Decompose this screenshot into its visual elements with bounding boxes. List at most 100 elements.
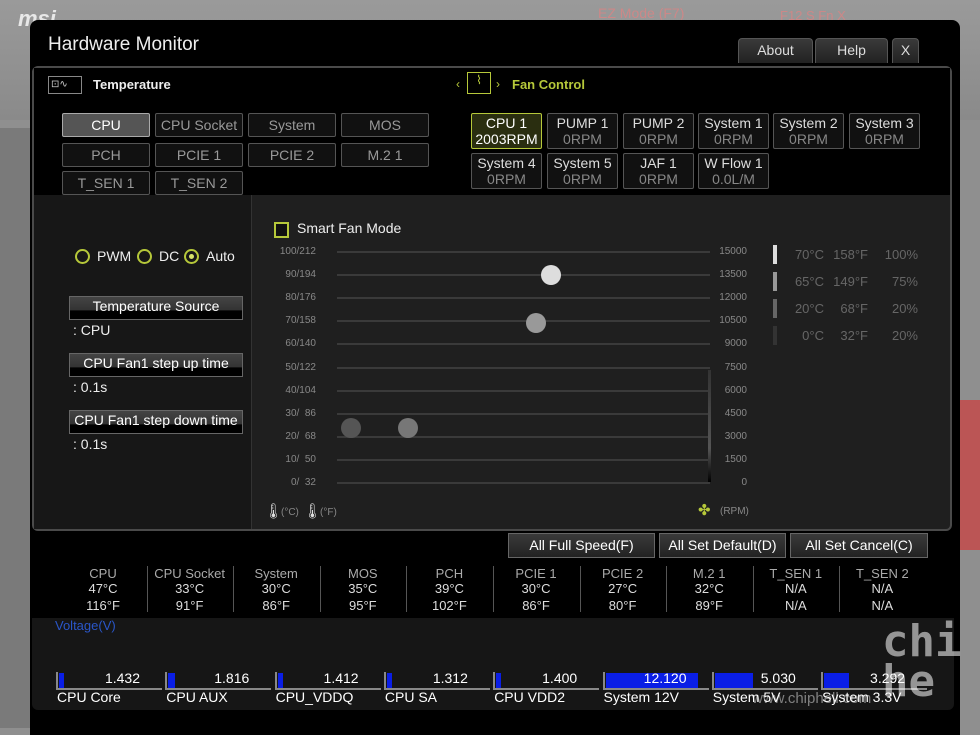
temp-source-m-2-1[interactable]: M.2 1 <box>341 143 429 167</box>
y-tick-label: 90/194 <box>285 269 316 281</box>
fan-button-cpu-1[interactable]: CPU 1 2003RPM <box>471 113 542 149</box>
grid-line <box>337 366 710 369</box>
smart-fan-checkbox[interactable] <box>274 222 289 238</box>
reading-fahrenheit: 95°F <box>348 598 377 613</box>
dc-label: DC <box>159 248 180 264</box>
voltage-value: 1.432 <box>104 670 140 686</box>
voltage-value: 1.412 <box>323 670 359 686</box>
step-up-time-button[interactable]: CPU Fan1 step up time <box>69 353 243 377</box>
reading-celsius: N/A <box>784 581 807 596</box>
voltage-label: CPU Core <box>57 689 121 705</box>
reading-fahrenheit: 116°F <box>86 598 120 613</box>
y-tick-label: 100/212 <box>279 246 316 257</box>
fan-button-system-3[interactable]: System 3 0RPM <box>849 113 920 149</box>
legend-swatch <box>773 299 777 318</box>
y-tick-label: 0/ 32 <box>290 477 316 488</box>
voltage-label: CPU AUX <box>166 689 228 705</box>
legend-swatch <box>773 245 777 264</box>
rpm-indicator-slider[interactable] <box>708 370 711 482</box>
curve-point-handle[interactable] <box>341 418 361 438</box>
voltage-tick <box>165 672 168 688</box>
temp-source-cpu[interactable]: CPU <box>62 113 150 137</box>
about-button[interactable]: About <box>738 38 813 63</box>
watermark: www.chiphell.com <box>752 690 872 707</box>
step-down-time-button[interactable]: CPU Fan1 step down time <box>69 410 243 434</box>
y-tick-label: 50/122 <box>285 361 316 373</box>
legend-celsius: 0°C <box>802 328 824 343</box>
reading-fahrenheit: N/A <box>784 598 807 613</box>
smart-fan-label: Smart Fan Mode <box>297 220 402 236</box>
voltage-label: CPU VDD2 <box>494 689 565 705</box>
all-full-speed-button[interactable]: All Full Speed(F) <box>508 533 655 558</box>
reading-celsius: 33°C <box>175 581 205 596</box>
reading-divider <box>406 566 408 612</box>
temp-reading: CPU 47°C 116°F <box>60 566 146 613</box>
fahrenheit-unit: (°F) <box>320 507 337 518</box>
pwm-radio[interactable] <box>75 249 90 264</box>
step-up-time-value: : 0.1s <box>73 379 108 395</box>
next-chevron-icon[interactable]: › <box>496 77 500 91</box>
legend-celsius: 70°C <box>794 247 824 262</box>
voltage-tick <box>602 672 605 688</box>
reading-divider <box>839 566 841 612</box>
fan-speed: 0RPM <box>639 131 678 147</box>
fan-button-pump-2[interactable]: PUMP 2 0RPM <box>623 113 694 149</box>
fan-button-system-2[interactable]: System 2 0RPM <box>773 113 844 149</box>
reading-fahrenheit: 102°F <box>431 598 467 613</box>
curve-point-handle[interactable] <box>540 265 561 286</box>
temp-source-pcie-2[interactable]: PCIE 2 <box>248 143 336 167</box>
rpm-tick-label: 0 <box>741 477 747 488</box>
grid-line <box>337 251 710 253</box>
fan-icon: ✤ <box>698 502 711 519</box>
reading-fahrenheit: 86°F <box>262 598 290 613</box>
temp-source-t-sen-1[interactable]: T_SEN 1 <box>62 171 150 195</box>
fan-button-system-1[interactable]: System 1 0RPM <box>698 113 769 149</box>
voltage-value: 1.400 <box>542 670 578 686</box>
curve-point-handle[interactable] <box>398 418 418 438</box>
fan-button-w-flow-1[interactable]: W Flow 1 0.0L/M <box>698 153 769 189</box>
temp-source-cpu-socket[interactable]: CPU Socket <box>155 113 243 137</box>
temp-reading: System 30°C 86°F <box>233 566 319 613</box>
voltage-tick <box>821 672 824 688</box>
temperature-source-button[interactable]: Temperature Source <box>69 296 243 320</box>
legend-swatch <box>773 272 777 291</box>
reading-label: CPU Socket <box>154 566 225 581</box>
rpm-tick-label: 6000 <box>724 384 747 396</box>
fan-button-system-5[interactable]: System 5 0RPM <box>547 153 618 189</box>
all-set-cancel-button[interactable]: All Set Cancel(C) <box>790 533 928 558</box>
ez-mode-button[interactable]: EZ Mode (F7) <box>598 5 684 21</box>
temp-source-pch[interactable]: PCH <box>62 143 150 167</box>
temp-source-system[interactable]: System <box>248 113 336 137</box>
voltage-value: 12.120 <box>643 670 687 686</box>
fan-speed: 0RPM <box>865 131 904 147</box>
temp-source-t-sen-2[interactable]: T_SEN 2 <box>155 171 243 195</box>
voltage-tick <box>56 672 58 688</box>
reading-label: PCIE 1 <box>515 566 557 581</box>
prev-chevron-icon[interactable]: ‹ <box>456 77 460 91</box>
temp-reading: PCH 39°C 102°F <box>406 566 492 613</box>
fan-button-pump-1[interactable]: PUMP 1 0RPM <box>547 113 618 149</box>
reading-fahrenheit: N/A <box>871 598 894 613</box>
dc-radio[interactable] <box>137 249 152 264</box>
fan-name: CPU 1 <box>485 115 528 131</box>
reading-label: M.2 1 <box>692 566 726 581</box>
voltage-value: 1.816 <box>214 670 250 686</box>
temp-reading: T_SEN 2 N/A N/A <box>839 566 925 613</box>
y-tick-label: 60/140 <box>285 338 316 350</box>
legend-percent: 75% <box>891 274 918 289</box>
rpm-tick-label: 13500 <box>719 269 747 281</box>
temp-source-mos[interactable]: MOS <box>341 113 429 137</box>
fan-button-jaf-1[interactable]: JAF 1 0RPM <box>623 153 694 189</box>
voltage-tick <box>711 672 714 688</box>
reading-celsius: 35°C <box>348 581 378 596</box>
help-button[interactable]: Help <box>815 38 888 63</box>
temp-source-pcie-1[interactable]: PCIE 1 <box>155 143 243 167</box>
legend-percent: 20% <box>891 301 918 316</box>
voltage-tick <box>383 672 386 688</box>
close-button[interactable]: X <box>892 38 919 63</box>
fan-control-icon: ⌇ <box>467 72 491 94</box>
fan-button-system-4[interactable]: System 4 0RPM <box>471 153 542 189</box>
auto-radio[interactable] <box>184 249 199 264</box>
temperature-header: Temperature <box>93 77 171 92</box>
all-set-default-button[interactable]: All Set Default(D) <box>659 533 786 558</box>
